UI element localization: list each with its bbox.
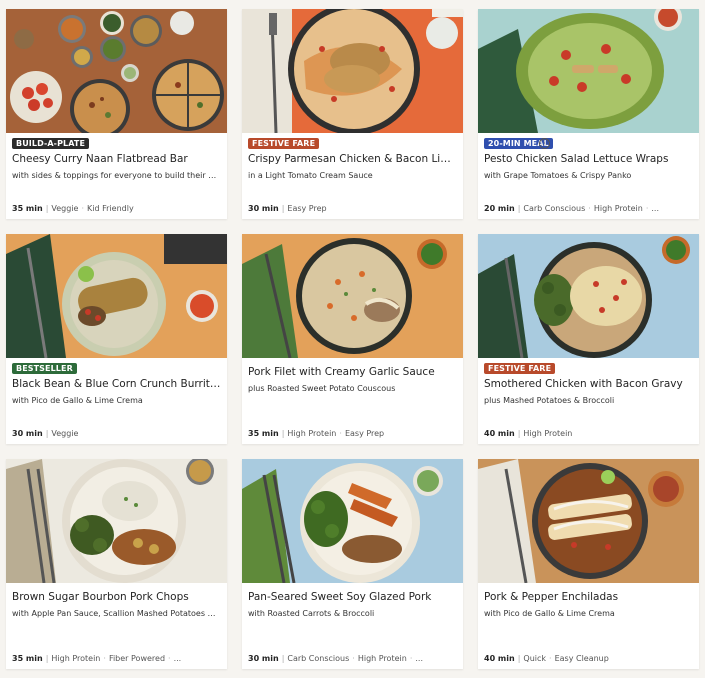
recipe-tags: Carb Conscious · High Protein ·... (523, 204, 659, 213)
recipe-card[interactable]: Pork & Pepper Enchiladas with Pico de Ga… (478, 459, 699, 669)
recipe-card[interactable]: BUILD-A-PLATE Cheesy Curry Naan Flatbrea… (6, 9, 227, 219)
recipe-photo (242, 459, 463, 583)
recipe-photo (242, 234, 463, 358)
recipe-photo (478, 459, 699, 583)
recipe-meta: 35 min | High Protein · Easy Prep (248, 429, 385, 438)
recipe-title[interactable]: Pan-Seared Sweet Soy Glazed Pork (248, 591, 457, 604)
recipe-card[interactable]: FESTIVE FARE Smothered Chicken with Baco… (478, 234, 699, 444)
recipe-photo (6, 459, 227, 583)
recipe-photo (6, 9, 227, 133)
recipe-time: 20 min (484, 204, 515, 213)
recipe-meta: 30 min | Easy Prep (248, 204, 327, 213)
info-icon[interactable]: ⓘ (539, 138, 550, 149)
recipe-badge: BUILD-A-PLATE (12, 138, 90, 149)
recipe-meta: 30 min | Carb Conscious · High Protein ·... (248, 654, 423, 663)
recipe-meta: 35 min | Veggie · Kid Friendly (12, 204, 134, 213)
recipe-grid: BUILD-A-PLATE Cheesy Curry Naan Flatbrea… (0, 0, 705, 678)
recipe-tags: Veggie (51, 429, 79, 438)
recipe-title[interactable]: Smothered Chicken with Bacon Gravy (484, 378, 693, 391)
recipe-photo (478, 9, 699, 133)
recipe-card[interactable]: Brown Sugar Bourbon Pork Chops with Appl… (6, 459, 227, 669)
recipe-badge: FESTIVE FARE (484, 363, 556, 374)
recipe-card[interactable]: FESTIVE FARE Crispy Parmesan Chicken & B… (242, 9, 463, 219)
recipe-subtitle: with Grape Tomatoes & Crispy Panko (484, 171, 632, 180)
recipe-meta: 20 min | Carb Conscious · High Protein ·... (484, 204, 659, 213)
recipe-subtitle: with Apple Pan Sauce, Scallion Mashed Po… (12, 609, 221, 618)
recipe-time: 30 min (248, 204, 279, 213)
recipe-meta: 35 min | High Protein · Fiber Powered ·... (12, 654, 182, 663)
recipe-time: 30 min (12, 429, 43, 438)
recipe-subtitle: with Pico de Gallo & Lime Crema (12, 396, 143, 405)
recipe-title[interactable]: Cheesy Curry Naan Flatbread Bar (12, 153, 221, 166)
recipe-meta: 40 min | High Protein (484, 429, 573, 438)
recipe-subtitle: with sides & toppings for everyone to bu… (12, 171, 221, 180)
recipe-time: 35 min (248, 429, 279, 438)
recipe-title[interactable]: Pork & Pepper Enchiladas (484, 591, 693, 604)
recipe-time: 30 min (248, 654, 279, 663)
recipe-time: 35 min (12, 654, 43, 663)
recipe-time: 40 min (484, 654, 515, 663)
recipe-tags: High Protein · Fiber Powered ·... (51, 654, 182, 663)
recipe-photo (478, 234, 699, 358)
recipe-title[interactable]: Crispy Parmesan Chicken & Bacon Lingu... (248, 153, 457, 166)
recipe-photo (6, 234, 227, 358)
recipe-subtitle: with Roasted Carrots & Broccoli (248, 609, 375, 618)
recipe-card[interactable]: 20-MIN MEAL ⓘ Pesto Chicken Salad Lettuc… (478, 9, 699, 219)
recipe-tags: High Protein (523, 429, 573, 438)
recipe-card[interactable]: Pan-Seared Sweet Soy Glazed Pork with Ro… (242, 459, 463, 669)
recipe-tags: Easy Prep (287, 204, 327, 213)
recipe-title[interactable]: Pork Filet with Creamy Garlic Sauce (248, 366, 457, 379)
recipe-subtitle: plus Roasted Sweet Potato Couscous (248, 384, 396, 393)
recipe-subtitle: with Pico de Gallo & Lime Crema (484, 609, 615, 618)
recipe-time: 40 min (484, 429, 515, 438)
recipe-title[interactable]: Black Bean & Blue Corn Crunch Burritos (12, 378, 221, 391)
recipe-subtitle: in a Light Tomato Cream Sauce (248, 171, 373, 180)
recipe-photo (242, 9, 463, 133)
recipe-meta: 40 min | Quick · Easy Cleanup (484, 654, 609, 663)
recipe-card[interactable]: BESTSELLER Black Bean & Blue Corn Crunch… (6, 234, 227, 444)
recipe-title[interactable]: Brown Sugar Bourbon Pork Chops (12, 591, 221, 604)
recipe-title[interactable]: Pesto Chicken Salad Lettuce Wraps (484, 153, 693, 166)
recipe-tags: Veggie · Kid Friendly (51, 204, 134, 213)
recipe-subtitle: plus Mashed Potatoes & Broccoli (484, 396, 615, 405)
recipe-time: 35 min (12, 204, 43, 213)
recipe-card[interactable]: Pork Filet with Creamy Garlic Sauce plus… (242, 234, 463, 444)
recipe-tags: Quick · Easy Cleanup (523, 654, 609, 663)
recipe-tags: High Protein · Easy Prep (287, 429, 385, 438)
recipe-badge: FESTIVE FARE (248, 138, 320, 149)
recipe-meta: 30 min | Veggie (12, 429, 79, 438)
recipe-tags: Carb Conscious · High Protein ·... (287, 654, 423, 663)
recipe-badge: BESTSELLER (12, 363, 77, 374)
